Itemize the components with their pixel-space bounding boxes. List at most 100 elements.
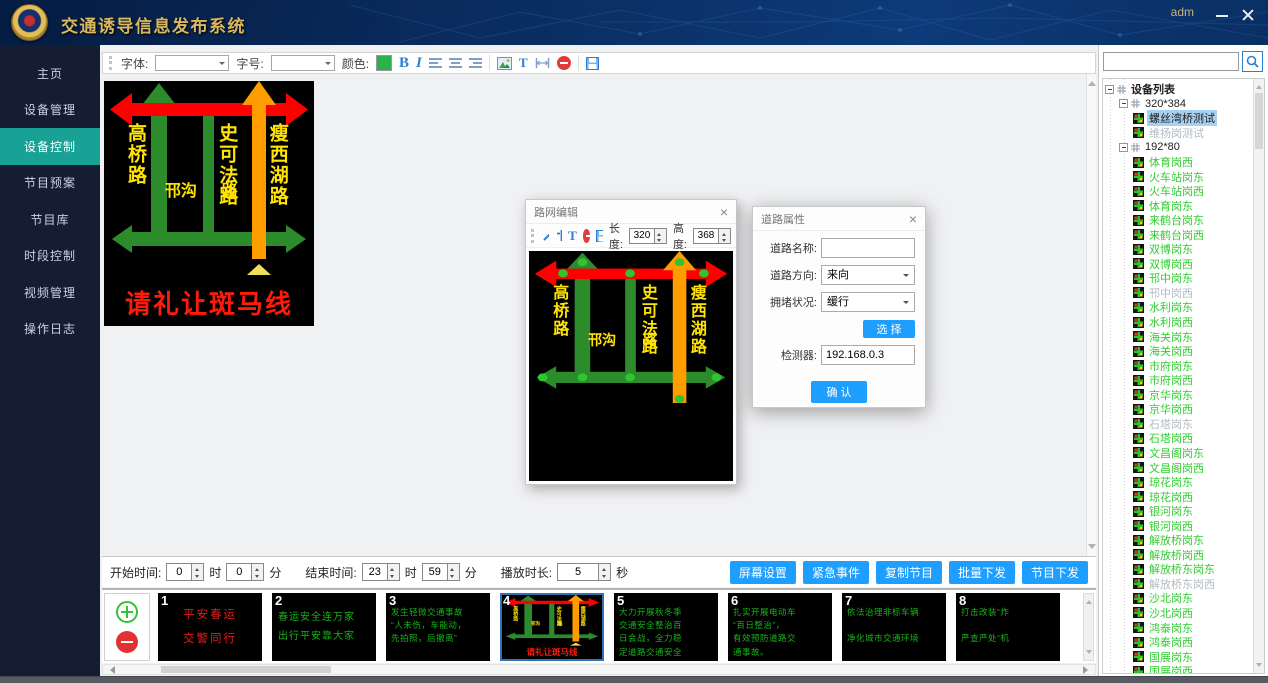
text-tool-icon[interactable]: T — [568, 228, 577, 244]
align-center-icon[interactable] — [449, 58, 462, 68]
playlist-vertical-scrollbar[interactable] — [1083, 593, 1094, 661]
duration-spin-buttons[interactable] — [599, 563, 611, 581]
tree-row[interactable]: 320*384 — [1103, 97, 1264, 112]
scroll-left-icon[interactable] — [106, 666, 115, 674]
sidebar-item[interactable]: 设备控制 — [0, 128, 100, 165]
tree-row[interactable]: 银河岗东 — [1103, 504, 1264, 519]
tree-scrollbar[interactable] — [1253, 79, 1264, 673]
tree-row[interactable]: 银河岗西 — [1103, 518, 1264, 533]
scrollbar-thumb[interactable] — [1255, 93, 1263, 149]
sidebar-item[interactable]: 节目预案 — [0, 165, 100, 202]
end-minute-input[interactable] — [422, 563, 448, 581]
sidebar-item[interactable]: 时段控制 — [0, 238, 100, 275]
expand-toggle-icon[interactable] — [1105, 85, 1114, 94]
device-search-input[interactable] — [1103, 52, 1239, 71]
logged-in-user[interactable]: adm — [1171, 5, 1194, 19]
tree-row[interactable]: 石塔岗东 — [1103, 417, 1264, 432]
start-hour-input[interactable] — [166, 563, 192, 581]
insert-image-icon[interactable] — [497, 57, 512, 70]
tree-row[interactable]: 国展岗西 — [1103, 664, 1264, 674]
roadnet-canvas[interactable]: 高桥路 史可法路 瘦西湖路 邗沟 路 请礼让斑马线 — [529, 251, 733, 481]
tree-row[interactable]: 来鹤台岗西 — [1103, 227, 1264, 242]
tree-row[interactable]: 体育岗东 — [1103, 198, 1264, 213]
action-button[interactable]: 紧急事件 — [803, 561, 869, 584]
playlist-item-selected[interactable]: 4 — [500, 593, 604, 661]
led-sign-preview[interactable]: 高桥路 史可法路 瘦西湖路 邗沟 路 请礼让斑马线 — [104, 81, 314, 326]
action-button[interactable]: 批量下发 — [949, 561, 1015, 584]
color-swatch[interactable] — [376, 55, 392, 71]
duration-input[interactable] — [557, 563, 599, 581]
italic-button[interactable]: I — [416, 55, 422, 72]
tree-row[interactable]: 解放桥东岗西 — [1103, 577, 1264, 592]
playlist-item[interactable]: 8 打击改装“炸 严查严处“机 — [956, 593, 1060, 661]
scroll-right-icon[interactable] — [1083, 666, 1092, 674]
expand-toggle-icon[interactable] — [1119, 99, 1128, 108]
tree-row[interactable]: 火车站岗西 — [1103, 184, 1264, 199]
tree-row[interactable]: 海关岗西 — [1103, 344, 1264, 359]
detector-input[interactable] — [821, 345, 915, 365]
draw-line-icon[interactable] — [542, 229, 549, 242]
scroll-down-icon[interactable] — [1088, 544, 1096, 553]
tree-row[interactable]: 水利岗西 — [1103, 315, 1264, 330]
tree-row[interactable]: 沙北岗东 — [1103, 591, 1264, 606]
end-hour-spin-buttons[interactable] — [388, 563, 400, 581]
scroll-down-icon[interactable] — [1086, 650, 1092, 657]
scroll-up-icon[interactable] — [1088, 77, 1096, 86]
tree-row[interactable]: 水利岗东 — [1103, 300, 1264, 315]
insert-text-icon[interactable]: T — [519, 55, 528, 71]
playlist-item[interactable]: 2 春运安全连万家 出行平安靠大家 — [272, 593, 376, 661]
playlist-horizontal-scrollbar[interactable] — [102, 664, 1096, 675]
start-minute-input[interactable] — [226, 563, 252, 581]
sidebar-item[interactable]: 视频管理 — [0, 274, 100, 311]
close-icon[interactable]: × — [909, 212, 917, 226]
window-minimize-button[interactable] — [1214, 7, 1230, 23]
tree-row[interactable]: 火车站岗东 — [1103, 169, 1264, 184]
sidebar-item[interactable]: 操作日志 — [0, 311, 100, 348]
tree-row[interactable]: 国展岗东 — [1103, 649, 1264, 664]
close-icon[interactable]: × — [720, 205, 728, 219]
scroll-up-icon[interactable] — [1086, 597, 1092, 604]
design-canvas[interactable]: 高桥路 史可法路 瘦西湖路 邗沟 路 请礼让斑马线 路网编辑 × T — [102, 74, 1096, 556]
tree-row[interactable]: 来鹤台岗东 — [1103, 213, 1264, 228]
tree-row[interactable]: 鸿泰岗东 — [1103, 620, 1264, 635]
length-input[interactable] — [629, 228, 655, 244]
tree-row[interactable]: 双博岗西 — [1103, 257, 1264, 272]
bold-button[interactable]: B — [399, 55, 409, 72]
search-button[interactable] — [1242, 51, 1263, 72]
tree-row[interactable]: 双博岗东 — [1103, 242, 1264, 257]
scroll-down-icon[interactable] — [1256, 663, 1262, 670]
action-button[interactable]: 屏幕设置 — [730, 561, 796, 584]
tree-row[interactable]: 文昌阁岗东 — [1103, 446, 1264, 461]
roadnet-sign-preview[interactable]: 高桥路 史可法路 瘦西湖路 邗沟 路 请礼让斑马线 — [529, 251, 733, 447]
height-input[interactable] — [693, 228, 719, 244]
tree-row[interactable]: 螺丝湾桥测试 — [1103, 111, 1264, 126]
scrollbar-thumb[interactable] — [161, 666, 331, 673]
middle-road-bar[interactable] — [625, 269, 636, 378]
congestion-select[interactable]: 缓行 — [821, 292, 915, 312]
playlist-item[interactable]: 6 扎实开展电动车 “百日整治”， 有效预防道路交 通事故。 — [728, 593, 832, 661]
tree-row[interactable]: 石塔岗西 — [1103, 431, 1264, 446]
tree-row[interactable]: 解放桥岗西 — [1103, 548, 1264, 563]
tree-row[interactable]: 鸿泰岗西 — [1103, 635, 1264, 650]
tree-row[interactable]: 邗中岗东 — [1103, 271, 1264, 286]
tree-row[interactable]: 维扬岗测试 — [1103, 126, 1264, 141]
tree-row[interactable]: 邗中岗西 — [1103, 286, 1264, 301]
font-family-select[interactable] — [155, 55, 229, 71]
font-size-select[interactable] — [271, 55, 335, 71]
dialog-titlebar[interactable]: 路网编辑 × — [526, 200, 736, 224]
tree-row[interactable]: 体育岗西 — [1103, 155, 1264, 170]
end-hour-input[interactable] — [362, 563, 388, 581]
spacing-icon[interactable] — [535, 57, 550, 69]
tree-row[interactable]: 设备列表 — [1103, 82, 1264, 97]
tree-row[interactable]: 琼花岗西 — [1103, 489, 1264, 504]
scroll-up-icon[interactable] — [1256, 82, 1262, 89]
tree-row[interactable]: 京华岗西 — [1103, 402, 1264, 417]
tree-row[interactable]: 沙北岗西 — [1103, 606, 1264, 621]
delete-node-icon[interactable] — [583, 229, 591, 243]
playlist-item[interactable]: 5 大力开展秋冬季 交通安全整治百 日会战，全力稳 定道路交通安全 形势！ — [614, 593, 718, 661]
sidebar-item[interactable]: 设备管理 — [0, 92, 100, 129]
tree-row[interactable]: 海关岗东 — [1103, 329, 1264, 344]
expand-toggle-icon[interactable] — [1119, 143, 1128, 152]
length-spin-buttons[interactable] — [655, 228, 667, 244]
align-left-icon[interactable] — [429, 58, 442, 68]
